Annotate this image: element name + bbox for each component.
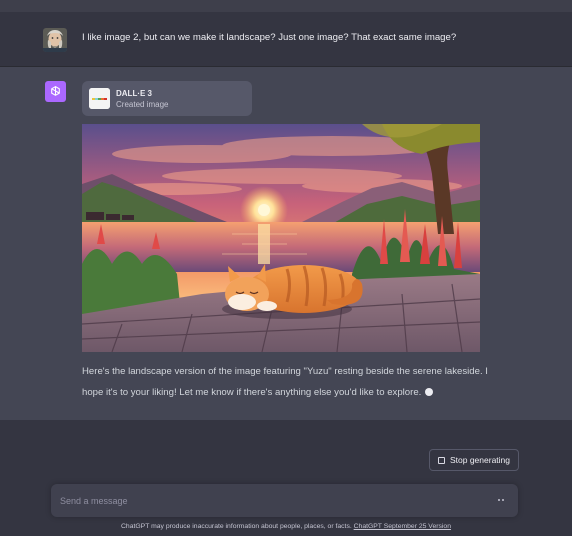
dalle-card-subtitle: Created image <box>116 100 169 109</box>
user-message: I like image 2, but can we make it lands… <box>0 12 572 67</box>
dalle-thumbnail <box>89 88 110 109</box>
streaming-cursor-icon <box>425 388 434 396</box>
stop-generating-label: Stop generating <box>449 455 511 465</box>
assistant-avatar <box>45 81 66 102</box>
stop-square-icon <box>437 456 445 464</box>
user-message-text: I like image 2, but can we make it lands… <box>82 32 457 43</box>
dalle-tool-card[interactable]: DALL·E 3 Created image <box>82 81 252 116</box>
top-strip <box>0 0 572 12</box>
user-avatar <box>43 28 67 52</box>
assistant-message: DALL·E 3 Created image Here's the landsc… <box>0 67 572 420</box>
stop-generating-button[interactable]: Stop generating <box>429 449 519 471</box>
generated-image[interactable] <box>82 124 480 352</box>
version-link[interactable]: ChatGPT September 25 Version <box>354 523 451 530</box>
message-input[interactable] <box>51 484 471 517</box>
message-input-container[interactable] <box>51 484 518 517</box>
footer-disclaimer: ChatGPT may produce inaccurate informati… <box>0 523 572 530</box>
assistant-message-text: Here's the landscape version of the imag… <box>82 361 502 403</box>
dots-icon[interactable] <box>494 495 508 505</box>
openai-logo-icon <box>51 86 60 96</box>
footer-text: ChatGPT may produce inaccurate informati… <box>121 523 354 530</box>
dalle-card-title: DALL·E 3 <box>116 89 152 98</box>
composer-area: Stop generating <box>0 420 572 536</box>
